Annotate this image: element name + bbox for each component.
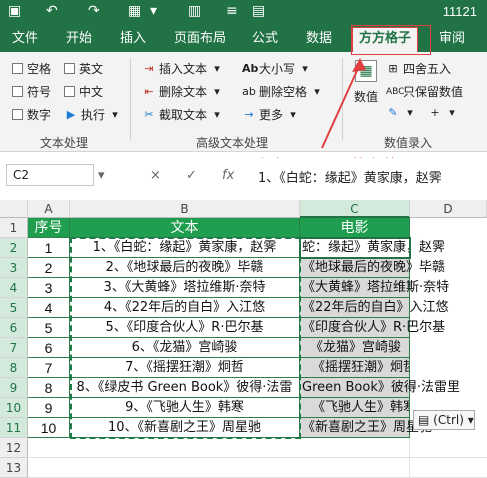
table-cell-movie[interactable]: 《新喜剧之王》周星驰: [300, 418, 432, 438]
row-header-8[interactable]: 8: [0, 358, 28, 378]
header-cell-movie[interactable]: 电影: [300, 218, 410, 238]
row-header-13[interactable]: 13: [0, 458, 28, 478]
table-cell-index[interactable]: 1: [28, 238, 70, 258]
table-cell-movie[interactable]: Green Book》彼得·法雷里: [300, 378, 460, 398]
table-cell-index[interactable]: 9: [28, 398, 70, 418]
row-header-12[interactable]: 12: [0, 438, 28, 458]
row-header-3[interactable]: 3: [0, 258, 28, 278]
row-header-9[interactable]: 9: [0, 378, 28, 398]
table-cell-movie[interactable]: 《22年后的自白》入江悠: [300, 298, 449, 318]
table-cell-index[interactable]: 5: [28, 318, 70, 338]
row-header-2[interactable]: 2: [0, 238, 28, 258]
gridline: [28, 457, 487, 458]
table-cell-index[interactable]: 3: [28, 278, 70, 298]
select-all-corner[interactable]: [0, 200, 28, 218]
header-cell-text[interactable]: 文本: [70, 218, 300, 238]
paste-options-label: (Ctrl): [433, 413, 464, 427]
table-cell-movie[interactable]: 《龙猫》宫崎骏: [300, 338, 410, 358]
clipboard-icon: ▤: [418, 413, 430, 427]
fx-icon[interactable]: fx: [222, 168, 234, 183]
active-cell-border: [299, 237, 411, 259]
name-box[interactable]: C2: [6, 164, 94, 186]
copy-marquee: [70, 237, 301, 439]
cancel-icon[interactable]: ×: [150, 168, 161, 183]
confirm-icon[interactable]: ✓: [186, 168, 197, 183]
table-cell-index[interactable]: 2: [28, 258, 70, 278]
table-cell-index[interactable]: 10: [28, 418, 70, 438]
table-cell-index[interactable]: 8: [28, 378, 70, 398]
column-header-b[interactable]: B: [70, 200, 300, 218]
row-header-6[interactable]: 6: [0, 318, 28, 338]
row-header-5[interactable]: 5: [0, 298, 28, 318]
row-header-10[interactable]: 10: [0, 398, 28, 418]
table-cell-index[interactable]: 7: [28, 358, 70, 378]
table-cell-movie[interactable]: 《摇摆狂潮》炯哲: [300, 358, 410, 378]
column-header-a[interactable]: A: [28, 200, 70, 218]
formula-content[interactable]: 1、《白蛇：缘起》黄家康，赵霁: [258, 167, 442, 186]
column-header-d[interactable]: D: [410, 200, 487, 218]
table-cell-movie[interactable]: 《地球最后的夜晚》毕赣: [300, 258, 445, 278]
table-cell-movie[interactable]: 《大黄蜂》塔拉维斯·奈特: [300, 278, 449, 298]
namebox-dropdown-icon[interactable]: ▾: [98, 168, 105, 183]
formula-bar: C2 ▾ × ✓ fx 1、《白蛇：缘起》黄家康，赵霁: [0, 158, 487, 192]
table-cell-index[interactable]: 6: [28, 338, 70, 358]
header-cell-index[interactable]: 序号: [28, 218, 70, 238]
row-header-4[interactable]: 4: [0, 278, 28, 298]
column-header-c[interactable]: C: [300, 200, 410, 218]
spreadsheet-grid: A B C D 1 2 3 4 5 6 7 8 9 10 11 12 13 序号…: [0, 200, 487, 478]
row-header-11[interactable]: 11: [0, 418, 28, 438]
row-header-1[interactable]: 1: [0, 218, 28, 238]
chevron-down-icon: ▾: [467, 413, 474, 427]
table-cell-index[interactable]: 4: [28, 298, 70, 318]
table-cell-movie[interactable]: 《飞驰人生》韩寒: [300, 398, 410, 418]
row-header-7[interactable]: 7: [0, 338, 28, 358]
paste-options-button[interactable]: ▤ (Ctrl) ▾: [413, 410, 475, 430]
table-cell-movie[interactable]: 《印度合伙人》R·巴尔基: [300, 318, 445, 338]
